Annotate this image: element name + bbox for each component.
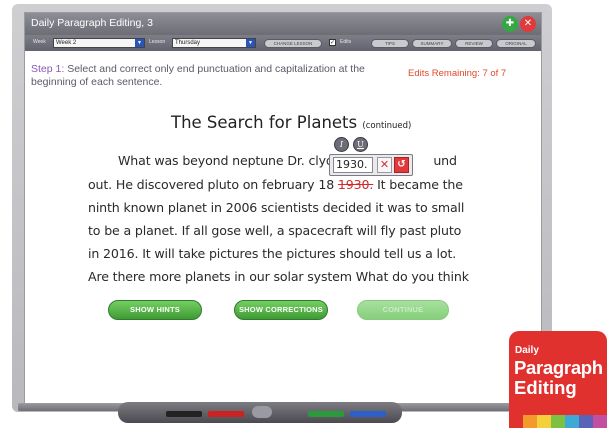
logo-stripe (593, 415, 607, 428)
step-text: Select and correct only end punctuation … (31, 63, 365, 88)
edit-input[interactable]: 1930. (333, 157, 373, 173)
passage-text[interactable]: und (433, 153, 457, 168)
tips-button[interactable]: TIPS (371, 39, 409, 48)
passage-title-suffix: (continued) (362, 121, 412, 131)
help-icon[interactable]: ✚ (502, 16, 518, 32)
original-button[interactable]: ORIGINAL (496, 39, 536, 48)
passage-line[interactable]: out. He discovered pluto on february 18 … (88, 177, 463, 192)
passage-line[interactable]: in 2016. It will take pictures the pictu… (88, 246, 456, 261)
edits-remaining: Edits Remaining: 7 of 7 (408, 68, 507, 79)
title-bar: Daily Paragraph Editing, 3 ✚ ✕ (25, 13, 541, 35)
logo-stripes (509, 415, 607, 428)
lesson-label: Lesson (149, 39, 166, 45)
edits-label: Edits (340, 39, 352, 45)
struck-text[interactable]: 1930. (338, 177, 373, 192)
app-title: Daily Paragraph Editing, 3 (31, 17, 153, 29)
cancel-edit-button[interactable]: ✕ (377, 157, 392, 173)
daily-paragraph-editing-logo: Daily Paragraph Editing (509, 331, 609, 431)
passage-title-text: The Search for Planets (171, 113, 358, 132)
lesson-select[interactable]: Thursday ▼ (172, 38, 256, 48)
week-select[interactable]: Week 2 ▼ (53, 38, 145, 48)
pen-tray (118, 402, 402, 423)
green-pen-icon[interactable] (308, 411, 344, 417)
whiteboard-scene: Daily Paragraph Editing, 3 ✚ ✕ Week Week… (0, 0, 609, 433)
review-button[interactable]: REVIEW (455, 39, 493, 48)
underline-button[interactable]: U (353, 137, 368, 152)
passage-line[interactable]: Are there more planets in our solar syst… (88, 269, 469, 284)
toolbar: Week Week 2 ▼ Lesson Thursday ▼ CHANGE L… (25, 35, 541, 51)
blue-pen-icon[interactable] (350, 411, 386, 417)
chevron-down-icon: ▼ (135, 39, 144, 47)
lesson-select-value: Thursday (175, 40, 201, 46)
logo-stripe (551, 415, 565, 428)
passage-title: The Search for Planets (continued) (171, 113, 411, 132)
edit-box: 1930. ✕ ↺ (329, 154, 413, 176)
passage-text[interactable]: What was beyond neptune Dr. clyde (118, 153, 341, 168)
logo-line: Paragraph (514, 357, 603, 378)
edit-popup: I U 1930. ✕ ↺ (329, 137, 414, 177)
close-icon[interactable]: ✕ (520, 16, 536, 32)
italic-button[interactable]: I (334, 137, 349, 152)
step-instructions: Step 1: Select and correct only end punc… (31, 63, 371, 89)
logo-stripe (509, 415, 523, 428)
continue-button[interactable]: CONTINUE (357, 300, 449, 320)
edits-checkbox[interactable]: ✓ (329, 39, 336, 46)
step-label: Step 1: (31, 63, 65, 75)
logo-stripe (565, 415, 579, 428)
logo-line: Editing (514, 377, 577, 398)
passage-text[interactable]: out. He discovered pluto on february 18 (88, 177, 338, 192)
black-pen-icon[interactable] (166, 411, 202, 417)
red-pen-icon[interactable] (208, 411, 244, 417)
change-lesson-button[interactable]: CHANGE LESSON (264, 39, 322, 48)
logo-line: Daily (515, 345, 539, 356)
undo-icon[interactable]: ↺ (394, 157, 409, 173)
show-corrections-button[interactable]: SHOW CORRECTIONS (234, 300, 328, 320)
show-hints-button[interactable]: SHOW HINTS (108, 300, 202, 320)
passage-line[interactable]: ninth known planet in 2006 scientists de… (88, 200, 464, 215)
tray-button[interactable] (252, 406, 272, 418)
passage-line[interactable]: to be a planet. If all gose well, a spac… (88, 223, 461, 238)
logo-stripe (523, 415, 537, 428)
logo-stripe (579, 415, 593, 428)
week-select-value: Week 2 (56, 40, 77, 46)
logo-stripe (537, 415, 551, 428)
chevron-down-icon: ▼ (246, 39, 255, 47)
week-label: Week (33, 39, 46, 45)
passage-text[interactable]: It became the (373, 177, 463, 192)
summary-button[interactable]: SUMMARY (412, 39, 452, 48)
